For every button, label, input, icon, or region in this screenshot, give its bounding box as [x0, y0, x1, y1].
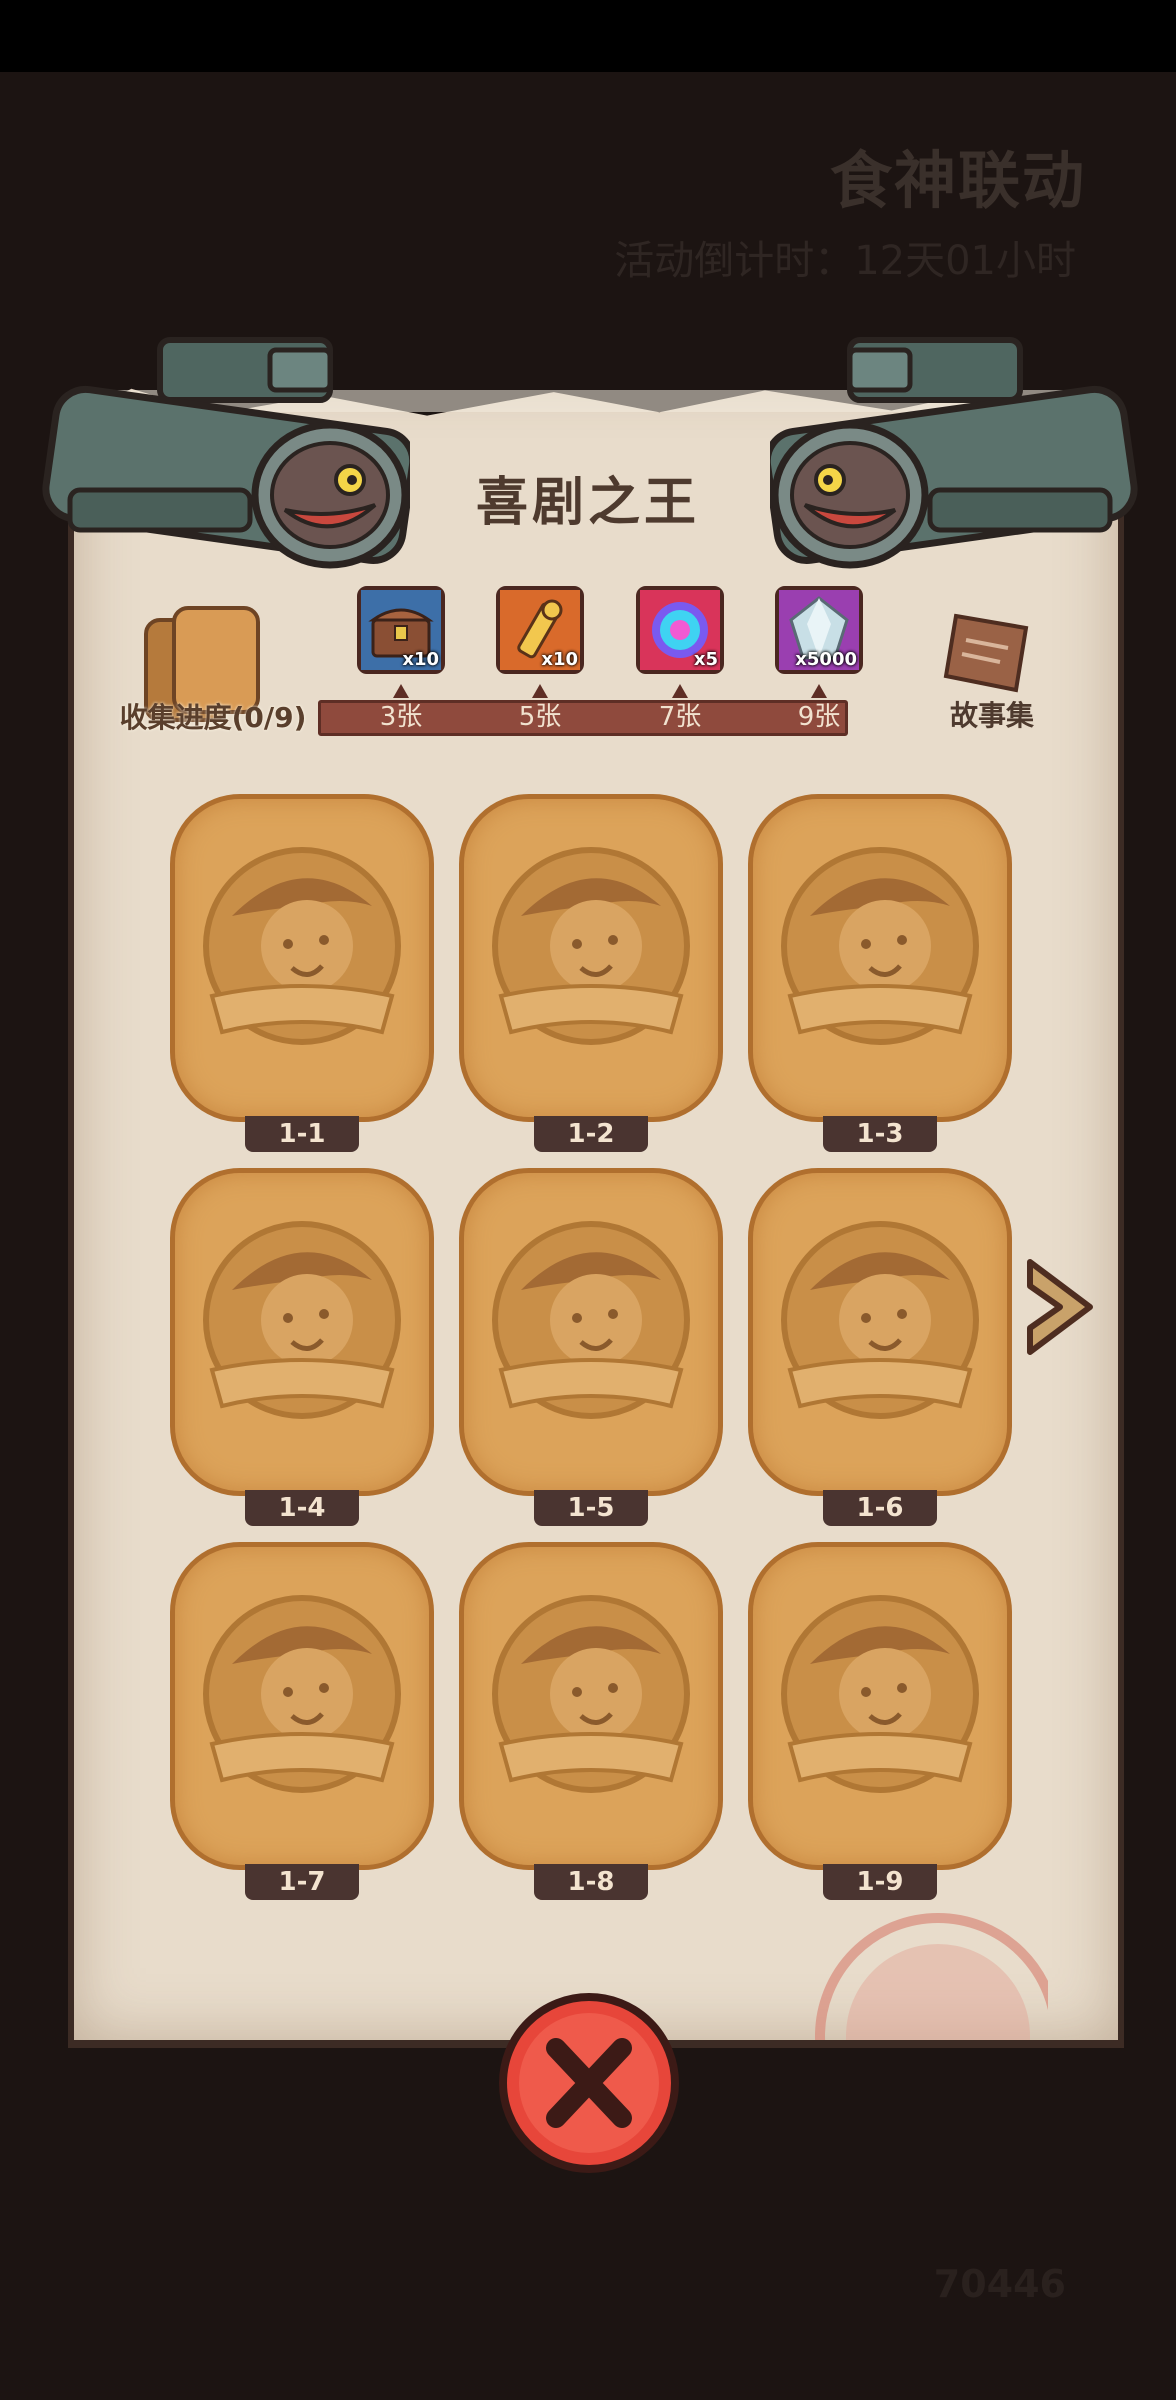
reward-quantity: x10	[541, 649, 578, 670]
card-label: 1-8	[534, 1864, 648, 1900]
panel-title: 喜剧之王	[475, 473, 700, 533]
character-silhouette-icon	[781, 1595, 979, 1793]
collection-progress: 收集进度(0/9)	[119, 701, 307, 734]
card-label: 1-5	[534, 1490, 648, 1526]
character-silhouette-icon	[492, 1595, 690, 1793]
video-camera-icon	[770, 337, 1138, 569]
tier-marker	[811, 684, 827, 698]
card-slot-1-1[interactable]: 1-1	[170, 794, 434, 1152]
card-label: 1-4	[245, 1490, 359, 1526]
reward-tier-label: 9张	[797, 702, 841, 732]
card-label: 1-3	[823, 1116, 937, 1152]
reward-golden-key[interactable]: x10	[496, 586, 584, 674]
card-slot-1-9[interactable]: 1-9	[748, 1542, 1012, 1900]
character-silhouette-icon	[203, 1221, 401, 1419]
card-slot-1-7[interactable]: 1-7	[170, 1542, 434, 1900]
reward-magic-orb[interactable]: x5	[636, 586, 724, 674]
background-event-timer: 活动倒计时：12天01小时	[614, 238, 1076, 284]
card-label: 1-1	[245, 1116, 359, 1152]
story-book-icon[interactable]	[938, 606, 1038, 696]
card-slot-1-4[interactable]: 1-4	[170, 1168, 434, 1526]
character-silhouette-icon	[492, 1221, 690, 1419]
close-button[interactable]	[496, 1990, 682, 2176]
tier-marker	[532, 684, 548, 698]
reward-tier-label: 5张	[518, 702, 562, 732]
card-slot-1-8[interactable]: 1-8	[459, 1542, 723, 1900]
status-bar	[0, 0, 1176, 72]
card-label: 1-2	[534, 1116, 648, 1152]
card-slot-1-6[interactable]: 1-6	[748, 1168, 1012, 1526]
story-collection-button[interactable]: 故事集	[930, 694, 1054, 734]
reward-tier-label: 7张	[658, 702, 702, 732]
card-slot-1-3[interactable]: 1-3	[748, 794, 1012, 1152]
reward-tier-label: 3张	[379, 702, 423, 732]
character-silhouette-icon	[203, 1595, 401, 1793]
video-camera-icon	[42, 337, 410, 569]
reward-quantity: x5	[693, 649, 718, 670]
tier-marker	[393, 684, 409, 698]
reward-quantity: x10	[402, 649, 439, 670]
character-silhouette-icon	[203, 847, 401, 1045]
reward-quantity: x5000	[795, 649, 857, 670]
card-label: 1-7	[245, 1864, 359, 1900]
card-label: 1-6	[823, 1490, 937, 1526]
card-slot-1-5[interactable]: 1-5	[459, 1168, 723, 1526]
next-page-arrow-icon[interactable]	[1020, 1252, 1100, 1362]
character-silhouette-icon	[492, 847, 690, 1045]
background-currency-value: 70446	[933, 2262, 1066, 2306]
reward-treasure-chest[interactable]: x10	[357, 586, 445, 674]
character-silhouette-icon	[781, 1221, 979, 1419]
reward-crystal-gem[interactable]: x5000	[775, 586, 863, 674]
tier-marker	[672, 684, 688, 698]
character-silhouette-icon	[781, 847, 979, 1045]
card-slot-1-2[interactable]: 1-2	[459, 794, 723, 1152]
seal-stamp-icon	[815, 1913, 1048, 2040]
card-label: 1-9	[823, 1864, 937, 1900]
background-event-title: 食神联动	[829, 144, 1086, 217]
